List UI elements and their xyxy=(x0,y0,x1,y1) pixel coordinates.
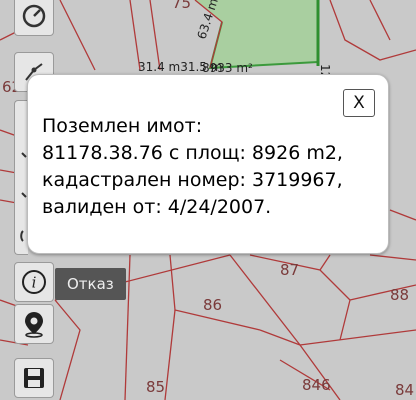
parcel-number: 86 xyxy=(203,296,222,314)
hidden-tools-strip[interactable] xyxy=(14,100,28,255)
save-icon xyxy=(24,368,44,388)
cancel-tooltip[interactable]: Отказ xyxy=(55,268,126,300)
info-button[interactable]: i xyxy=(14,262,54,302)
parcel-number: 87 xyxy=(280,261,299,279)
info-line-valid-from: валиден от: 4/24/2007. xyxy=(42,196,272,218)
parcel-number: 846 xyxy=(302,376,331,394)
tool-icons-partial xyxy=(19,151,27,242)
parcel-number: 88 xyxy=(390,286,409,304)
compass-icon xyxy=(22,4,46,28)
info-line-title: Поземлен имот: xyxy=(42,115,203,137)
svg-text:i: i xyxy=(32,274,37,292)
area-label: 8933 m² xyxy=(202,61,253,75)
info-icon: i xyxy=(22,270,46,294)
parcel-number: 75 xyxy=(172,0,191,12)
compass-button[interactable] xyxy=(14,0,54,36)
location-pin-icon xyxy=(25,312,43,338)
parcel-info-text: Поземлен имот: 81178.38.76 с площ: 8926 … xyxy=(42,113,382,221)
locate-button[interactable] xyxy=(14,304,54,344)
info-line-area: 81178.38.76 с площ: 8926 m2, xyxy=(42,142,343,164)
parcel-info-dialog: X Поземлен имот: 81178.38.76 с площ: 892… xyxy=(27,74,389,254)
save-button[interactable] xyxy=(14,358,54,398)
parcel-number: 85 xyxy=(146,378,165,396)
info-line-cadastral-number: кадастрален номер: 3719967, xyxy=(42,169,343,191)
parcel-number: 84 xyxy=(395,381,414,399)
